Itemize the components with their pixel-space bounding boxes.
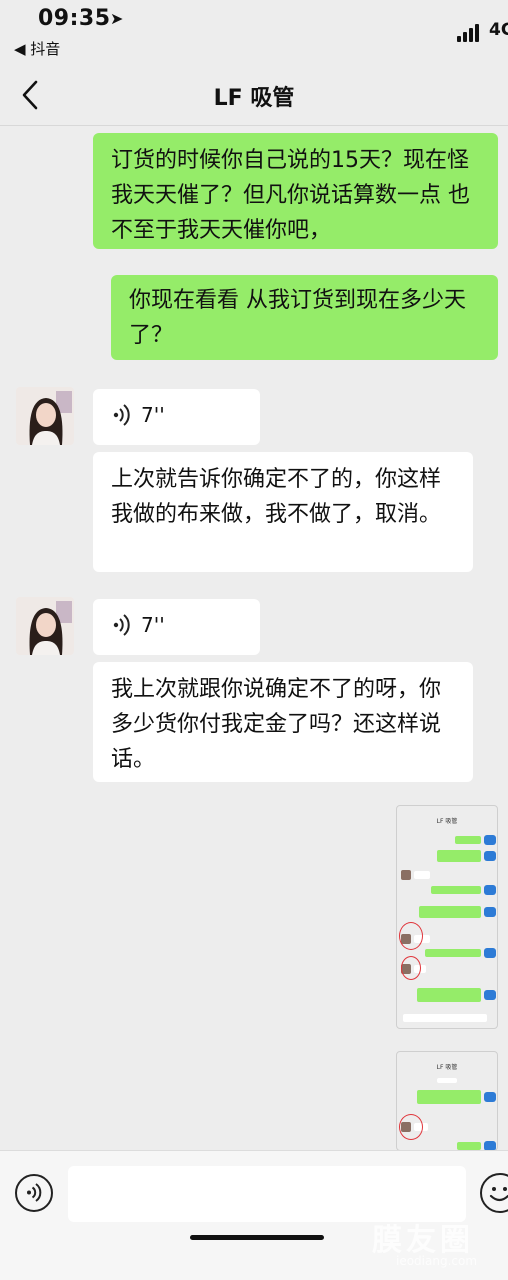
voice-message[interactable]: 7'' — [93, 599, 260, 655]
location-arrow-icon: ➤ — [110, 9, 124, 28]
contact-avatar[interactable] — [16, 387, 74, 445]
voice-wave-icon — [113, 614, 130, 636]
status-bar: 09:35 ➤ ◀ 抖音 4G — [0, 0, 508, 62]
image-message-screenshot[interactable]: LF 吸管 — [396, 805, 498, 1029]
voice-duration: 7'' — [141, 403, 165, 427]
contact-avatar[interactable] — [16, 597, 74, 655]
signal-icon — [457, 22, 483, 42]
image-message-screenshot[interactable]: LF 吸管 — [396, 1051, 498, 1151]
network-type: 4G — [489, 20, 508, 40]
voice-message[interactable]: 7'' — [93, 389, 260, 445]
voice-mode-icon[interactable] — [15, 1174, 53, 1212]
voice-duration: 7'' — [141, 613, 165, 637]
status-time: 09:35 — [38, 6, 111, 31]
message-text: 上次就告诉你确定不了的，你这样我做的布来做，我不做了，取消。 — [111, 467, 442, 527]
watermark-text: 膜友圈 — [372, 1223, 474, 1258]
watermark-url: ieodiang.com — [396, 1254, 478, 1268]
message-bubble-outgoing[interactable]: 你现在看看 从我订货到现在多少天了？ — [111, 275, 498, 360]
message-text: 你现在看看 从我订货到现在多少天了？ — [129, 288, 466, 348]
home-indicator[interactable] — [190, 1235, 324, 1240]
chat-header: LF 吸管 — [0, 62, 508, 126]
message-bubble-incoming[interactable]: 我上次就跟你说确定不了的呀，你多少货你付我定金了吗？还这样说话。 — [93, 662, 473, 782]
message-text: 我上次就跟你说确定不了的呀，你多少货你付我定金了吗？还这样说话。 — [111, 677, 442, 772]
screenshot-title: LF 吸管 — [436, 818, 458, 825]
voice-wave-icon — [113, 404, 130, 426]
emoji-icon[interactable] — [480, 1173, 508, 1213]
chat-title: LF 吸管 — [213, 86, 295, 111]
message-bubble-incoming[interactable]: 上次就告诉你确定不了的，你这样我做的布来做，我不做了，取消。 — [93, 452, 473, 572]
message-input[interactable] — [68, 1166, 466, 1222]
back-to-app-link[interactable]: ◀ 抖音 — [14, 38, 60, 59]
message-text: 订货的时候你自己说的15天？现在怪我天天催了？但凡你说话算数一点 也不至于我天天… — [111, 148, 470, 243]
message-bubble-outgoing[interactable]: 订货的时候你自己说的15天？现在怪我天天催了？但凡你说话算数一点 也不至于我天天… — [93, 133, 498, 249]
screenshot-title: LF 吸管 — [436, 1064, 458, 1071]
